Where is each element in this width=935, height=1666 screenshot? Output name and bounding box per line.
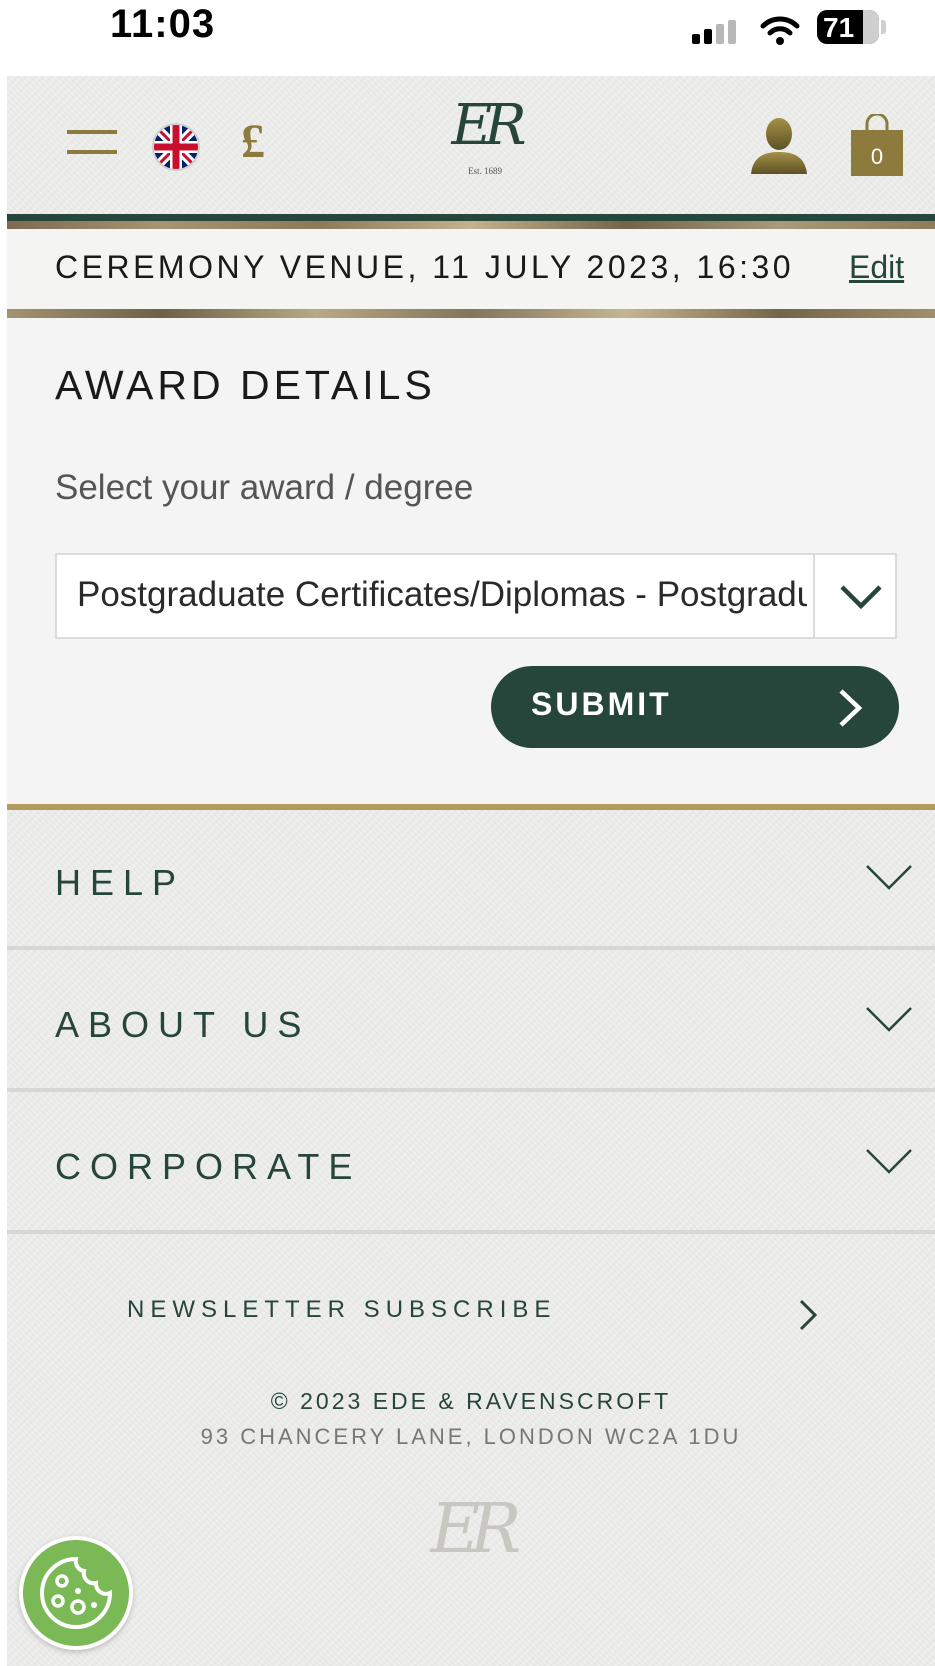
submit-button[interactable]: SUBMIT [491, 666, 899, 748]
copyright: © 2023 EDE & RAVENSCROFT [270, 1388, 672, 1414]
award-select[interactable]: Postgraduate Certificates/Diplomas - Pos… [55, 553, 897, 639]
logo-monogram: ER [451, 93, 526, 158]
signal-icon [692, 20, 736, 44]
site-footer: HELP ABOUT US CORPORATE NEWSLETTER SUBSC… [7, 810, 935, 1666]
newsletter-label: NEWSLETTER SUBSCRIBE [127, 1296, 557, 1323]
select-divider [813, 555, 815, 637]
accordion-label: ABOUT US [55, 1004, 311, 1045]
footer-logo: ER [430, 1490, 522, 1569]
battery-icon: 71 [817, 10, 879, 44]
accordion-help[interactable]: HELP [7, 810, 935, 946]
newsletter-subscribe-link[interactable]: NEWSLETTER SUBSCRIBE [127, 1280, 827, 1346]
page: £ ER Est. 1689 0 CEREMONY VENUE, 11 JULY… [7, 76, 935, 1666]
cart-icon[interactable]: 0 [849, 114, 905, 178]
decorative-strip [7, 221, 935, 229]
address: 93 CHANCERY LANE, LONDON WC2A 1DU [200, 1424, 742, 1449]
chevron-right-icon [839, 689, 863, 727]
award-select-label: Select your award / degree [55, 468, 474, 507]
divider [7, 1230, 935, 1234]
chevron-down-icon [866, 1007, 912, 1032]
site-logo[interactable]: ER Est. 1689 [425, 90, 545, 176]
section-heading: AWARD DETAILS [55, 362, 436, 408]
chevron-down-icon [840, 585, 882, 610]
status-time: 11:03 [110, 2, 216, 46]
accordion-label: CORPORATE [55, 1146, 362, 1187]
accordion-label: HELP [55, 862, 186, 903]
battery-level: 71 [823, 12, 855, 43]
decorative-strip [7, 309, 935, 318]
accordion-corporate[interactable]: CORPORATE [7, 1092, 935, 1230]
venue-summary: CEREMONY VENUE, 11 JULY 2023, 16:30 [55, 249, 795, 285]
booking-summary: CEREMONY VENUE, 11 JULY 2023, 16:30 Edit [7, 229, 935, 309]
award-select-value: Postgraduate Certificates/Diplomas - Pos… [77, 575, 807, 614]
site-header: £ ER Est. 1689 0 [7, 76, 935, 214]
chevron-down-icon [866, 865, 912, 890]
currency-icon[interactable]: £ [241, 114, 265, 169]
logo-tagline: Est. 1689 [467, 166, 502, 176]
user-icon[interactable] [749, 116, 809, 176]
cookie-icon [40, 1556, 113, 1629]
cart-count: 0 [870, 144, 884, 169]
uk-flag-icon[interactable] [151, 122, 201, 172]
header-divider [7, 214, 935, 221]
cookie-settings-button[interactable] [19, 1536, 133, 1650]
submit-label: SUBMIT [531, 686, 672, 722]
wifi-icon [760, 16, 800, 45]
chevron-right-icon [799, 1299, 818, 1331]
accordion-about-us[interactable]: ABOUT US [7, 950, 935, 1088]
menu-icon[interactable] [67, 130, 119, 158]
edit-link[interactable]: Edit [849, 249, 904, 286]
status-bar: 11:03 71 [0, 0, 935, 76]
chevron-down-icon [866, 1149, 912, 1174]
